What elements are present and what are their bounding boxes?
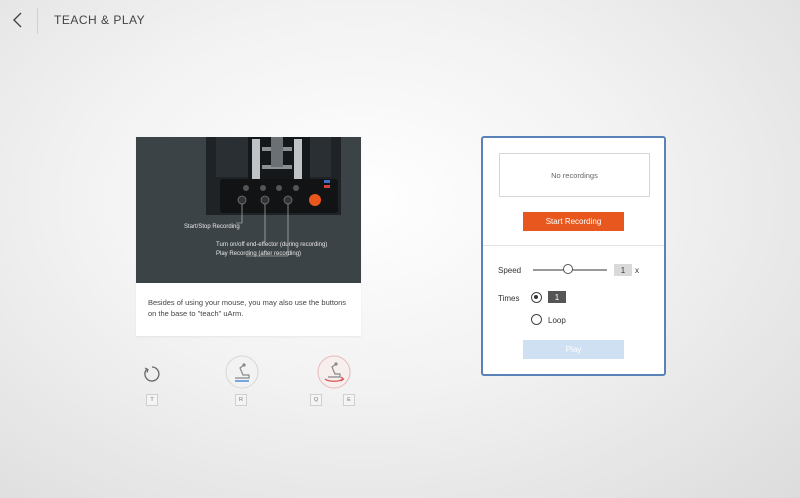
play-mode-button[interactable]	[316, 354, 352, 390]
speed-value: 1	[614, 264, 632, 276]
empty-recordings-text: No recordings	[551, 170, 598, 180]
robot-base-illustration	[206, 137, 341, 257]
speed-unit: x	[635, 266, 639, 275]
instruction-card: Start/Stop Recording Turn on/off end-eff…	[136, 137, 361, 336]
loop-label: Loop	[548, 316, 566, 325]
header: TEACH & PLAY	[0, 0, 800, 40]
rotate-icon	[144, 366, 160, 382]
back-button[interactable]	[6, 8, 30, 32]
shortcut-key-r: R	[235, 394, 247, 406]
recordings-list: No recordings	[499, 153, 650, 197]
times-value[interactable]: 1	[548, 291, 566, 303]
speed-label: Speed	[498, 266, 522, 275]
robot-base-image: Start/Stop Recording Turn on/off end-eff…	[136, 137, 361, 283]
chevron-left-icon	[13, 12, 22, 28]
robot-arm-play-icon	[317, 355, 351, 389]
play-button[interactable]: Play	[523, 340, 624, 359]
page-title: TEACH & PLAY	[54, 13, 146, 27]
recording-panel: No recordings Start Recording Speed 1 x …	[481, 136, 666, 376]
reset-button[interactable]	[140, 362, 164, 386]
start-recording-button[interactable]: Start Recording	[523, 212, 624, 231]
shortcut-key-q: Q	[310, 394, 322, 406]
robot-arm-record-icon	[225, 355, 259, 389]
loop-radio[interactable]	[531, 314, 542, 325]
card-description: Besides of using your mouse, you may als…	[148, 298, 347, 318]
shortcut-key-e: E	[343, 394, 355, 406]
label-play-recording: Play Recording (after recording)	[216, 251, 302, 257]
record-mode-button[interactable]	[224, 354, 260, 390]
panel-divider	[483, 245, 664, 246]
times-label: Times	[498, 294, 520, 303]
label-end-effector: Turn on/off end-effector (during recordi…	[216, 242, 328, 248]
label-start-stop: Start/Stop Recording	[184, 224, 240, 230]
shortcut-key-t: T	[146, 394, 158, 406]
header-divider	[37, 8, 38, 34]
times-radio[interactable]	[531, 292, 542, 303]
speed-slider-thumb[interactable]	[562, 264, 573, 274]
